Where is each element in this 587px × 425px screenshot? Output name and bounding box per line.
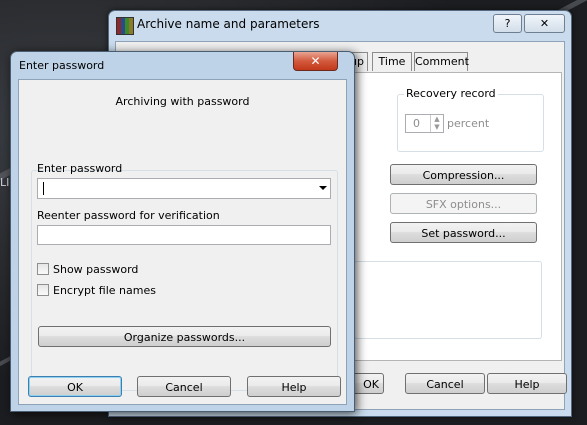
text-caret [43, 182, 44, 195]
close-caption-button[interactable]: ✕ [524, 14, 565, 33]
set-password-button[interactable]: Set password... [390, 222, 537, 243]
lower-group [354, 261, 542, 339]
sfx-options-button[interactable]: SFX options... [390, 193, 537, 214]
archive-title: Archive name and parameters [137, 17, 320, 31]
close-icon[interactable]: ✕ [293, 52, 338, 71]
ok-button[interactable]: OK [28, 376, 122, 397]
reenter-password-label: Reenter password for verification [37, 209, 220, 222]
password-dialog-client: Archiving with password Enter password R… [18, 79, 347, 405]
tab-time[interactable]: Time [372, 52, 412, 71]
enter-password-label: Enter password [37, 162, 123, 175]
password-dialog: Enter password ✕ Archiving with password… [10, 51, 355, 412]
archiving-heading: Archiving with password [115, 95, 250, 108]
archive-cancel-button[interactable]: Cancel [405, 373, 485, 394]
winrar-icon [116, 17, 134, 35]
recovery-record-label: Recovery record [404, 87, 498, 100]
recovery-record-value: 0 [413, 117, 420, 130]
reenter-password-field[interactable] [37, 225, 331, 245]
archive-help-button[interactable]: Help [487, 373, 567, 394]
compression-button[interactable]: Compression... [390, 164, 537, 185]
show-password-label[interactable]: Show password [53, 263, 138, 276]
desktop-partial-text: LI [0, 176, 10, 189]
organize-passwords-button[interactable]: Organize passwords... [38, 326, 331, 347]
recovery-record-unit: percent [447, 117, 490, 130]
archive-titlebar[interactable]: Archive name and parameters ? ✕ [109, 11, 571, 39]
enter-password-combobox[interactable] [37, 178, 331, 199]
spinner-arrows-icon[interactable]: ▲ ▼ [430, 115, 443, 132]
tab-comment[interactable]: Comment [414, 52, 469, 71]
help-button[interactable]: Help [247, 376, 341, 397]
recovery-record-group: Recovery record 0 ▲ ▼ percent [397, 87, 544, 152]
recovery-record-spinner[interactable]: 0 ▲ ▼ [405, 114, 444, 133]
cancel-button[interactable]: Cancel [137, 376, 231, 397]
password-dialog-title: Enter password [19, 59, 105, 72]
help-caption-button[interactable]: ? [493, 14, 522, 33]
encrypt-file-names-label[interactable]: Encrypt file names [53, 284, 156, 297]
chevron-down-icon[interactable] [319, 186, 327, 190]
password-frame [31, 170, 338, 391]
encrypt-file-names-checkbox[interactable] [37, 284, 49, 296]
show-password-checkbox[interactable] [37, 263, 49, 275]
